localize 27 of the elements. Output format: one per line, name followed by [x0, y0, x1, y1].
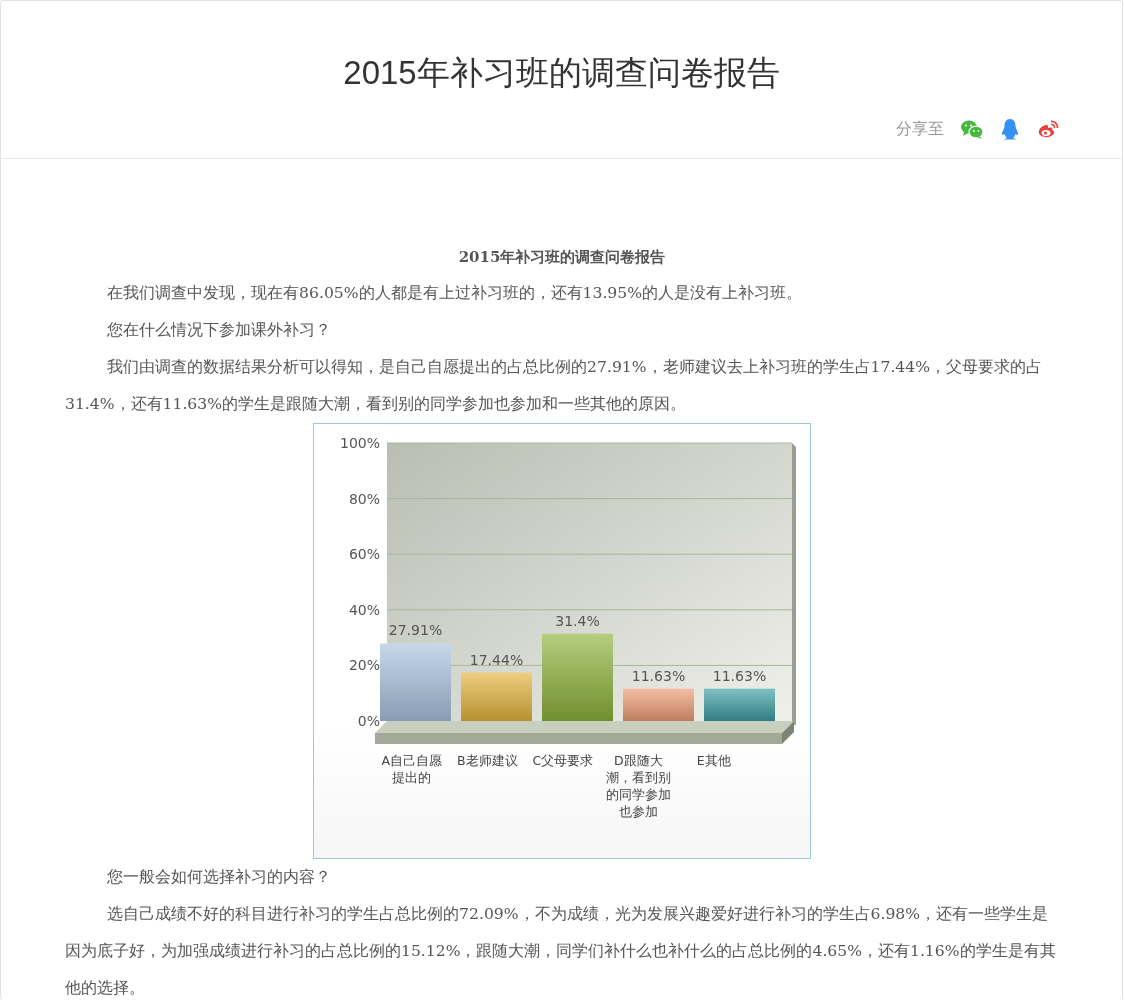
paragraph: 您一般会如何选择补习的内容？	[106, 867, 333, 888]
axis-tick-label: 100%	[339, 435, 380, 451]
category-label: E其他	[695, 752, 732, 769]
axis-tick-label: 60%	[348, 546, 380, 563]
bar-value-label: 17.44%	[469, 651, 524, 668]
paragraph: 您在什么情况下参加课外补习？	[106, 320, 333, 341]
axis-tick-label: 80%	[348, 490, 380, 507]
bar-value-label: 27.91%	[388, 622, 443, 639]
page-title: 2015年补习班的调查问卷报告	[342, 53, 781, 93]
category-label: B老师建议	[455, 752, 519, 769]
category-label: D跟随大潮，看到别的同学参加也参加	[605, 752, 672, 820]
share-label: 分享至	[896, 118, 944, 140]
axis-tick-label: 40%	[348, 601, 380, 618]
axis-tick-label: 0%	[357, 713, 380, 729]
category-label: C父母要求	[531, 752, 595, 769]
bar-value-label: 11.63%	[712, 667, 767, 684]
bar-value-label: 11.63%	[631, 667, 686, 684]
paragraph: 在我们调查中发现，现在有86.05%的人都是有上过补习班的，还有13.95%的人是没有上补习班。	[106, 283, 804, 304]
category-label: A自己自愿提出的	[380, 752, 444, 786]
bar-value-label: 31.4%	[555, 612, 600, 629]
article-heading: 2015年补习班的调查问卷报告	[457, 247, 667, 268]
bar	[704, 688, 775, 721]
axis-tick-label: 20%	[348, 657, 380, 674]
paragraph: 我们由调查的数据结果分析可以得知，是自己自愿提出的占总比例的27.91%，老师建议去上补习班的学生占17.44%，父母要求的占31.4%，还有11.63%的学生是跟随大潮，看到别的同学参加也参加和一些其他的原因。	[65, 357, 1044, 415]
bar	[623, 688, 694, 721]
bar	[461, 672, 532, 721]
paragraph: 选自己成绩不好的科目进行补习的学生占总比例的72.09%，不为成绩，光为发展兴趣爱好进行补习的学生占6.98%，还有一些学生是因为底子好，为加强成绩进行补习的占总比例的15.12%，跟随大潮，同学们补什么也补什么的占总比例的4.65%，还有1.16%的学生是有其他的选择。	[65, 904, 1057, 999]
